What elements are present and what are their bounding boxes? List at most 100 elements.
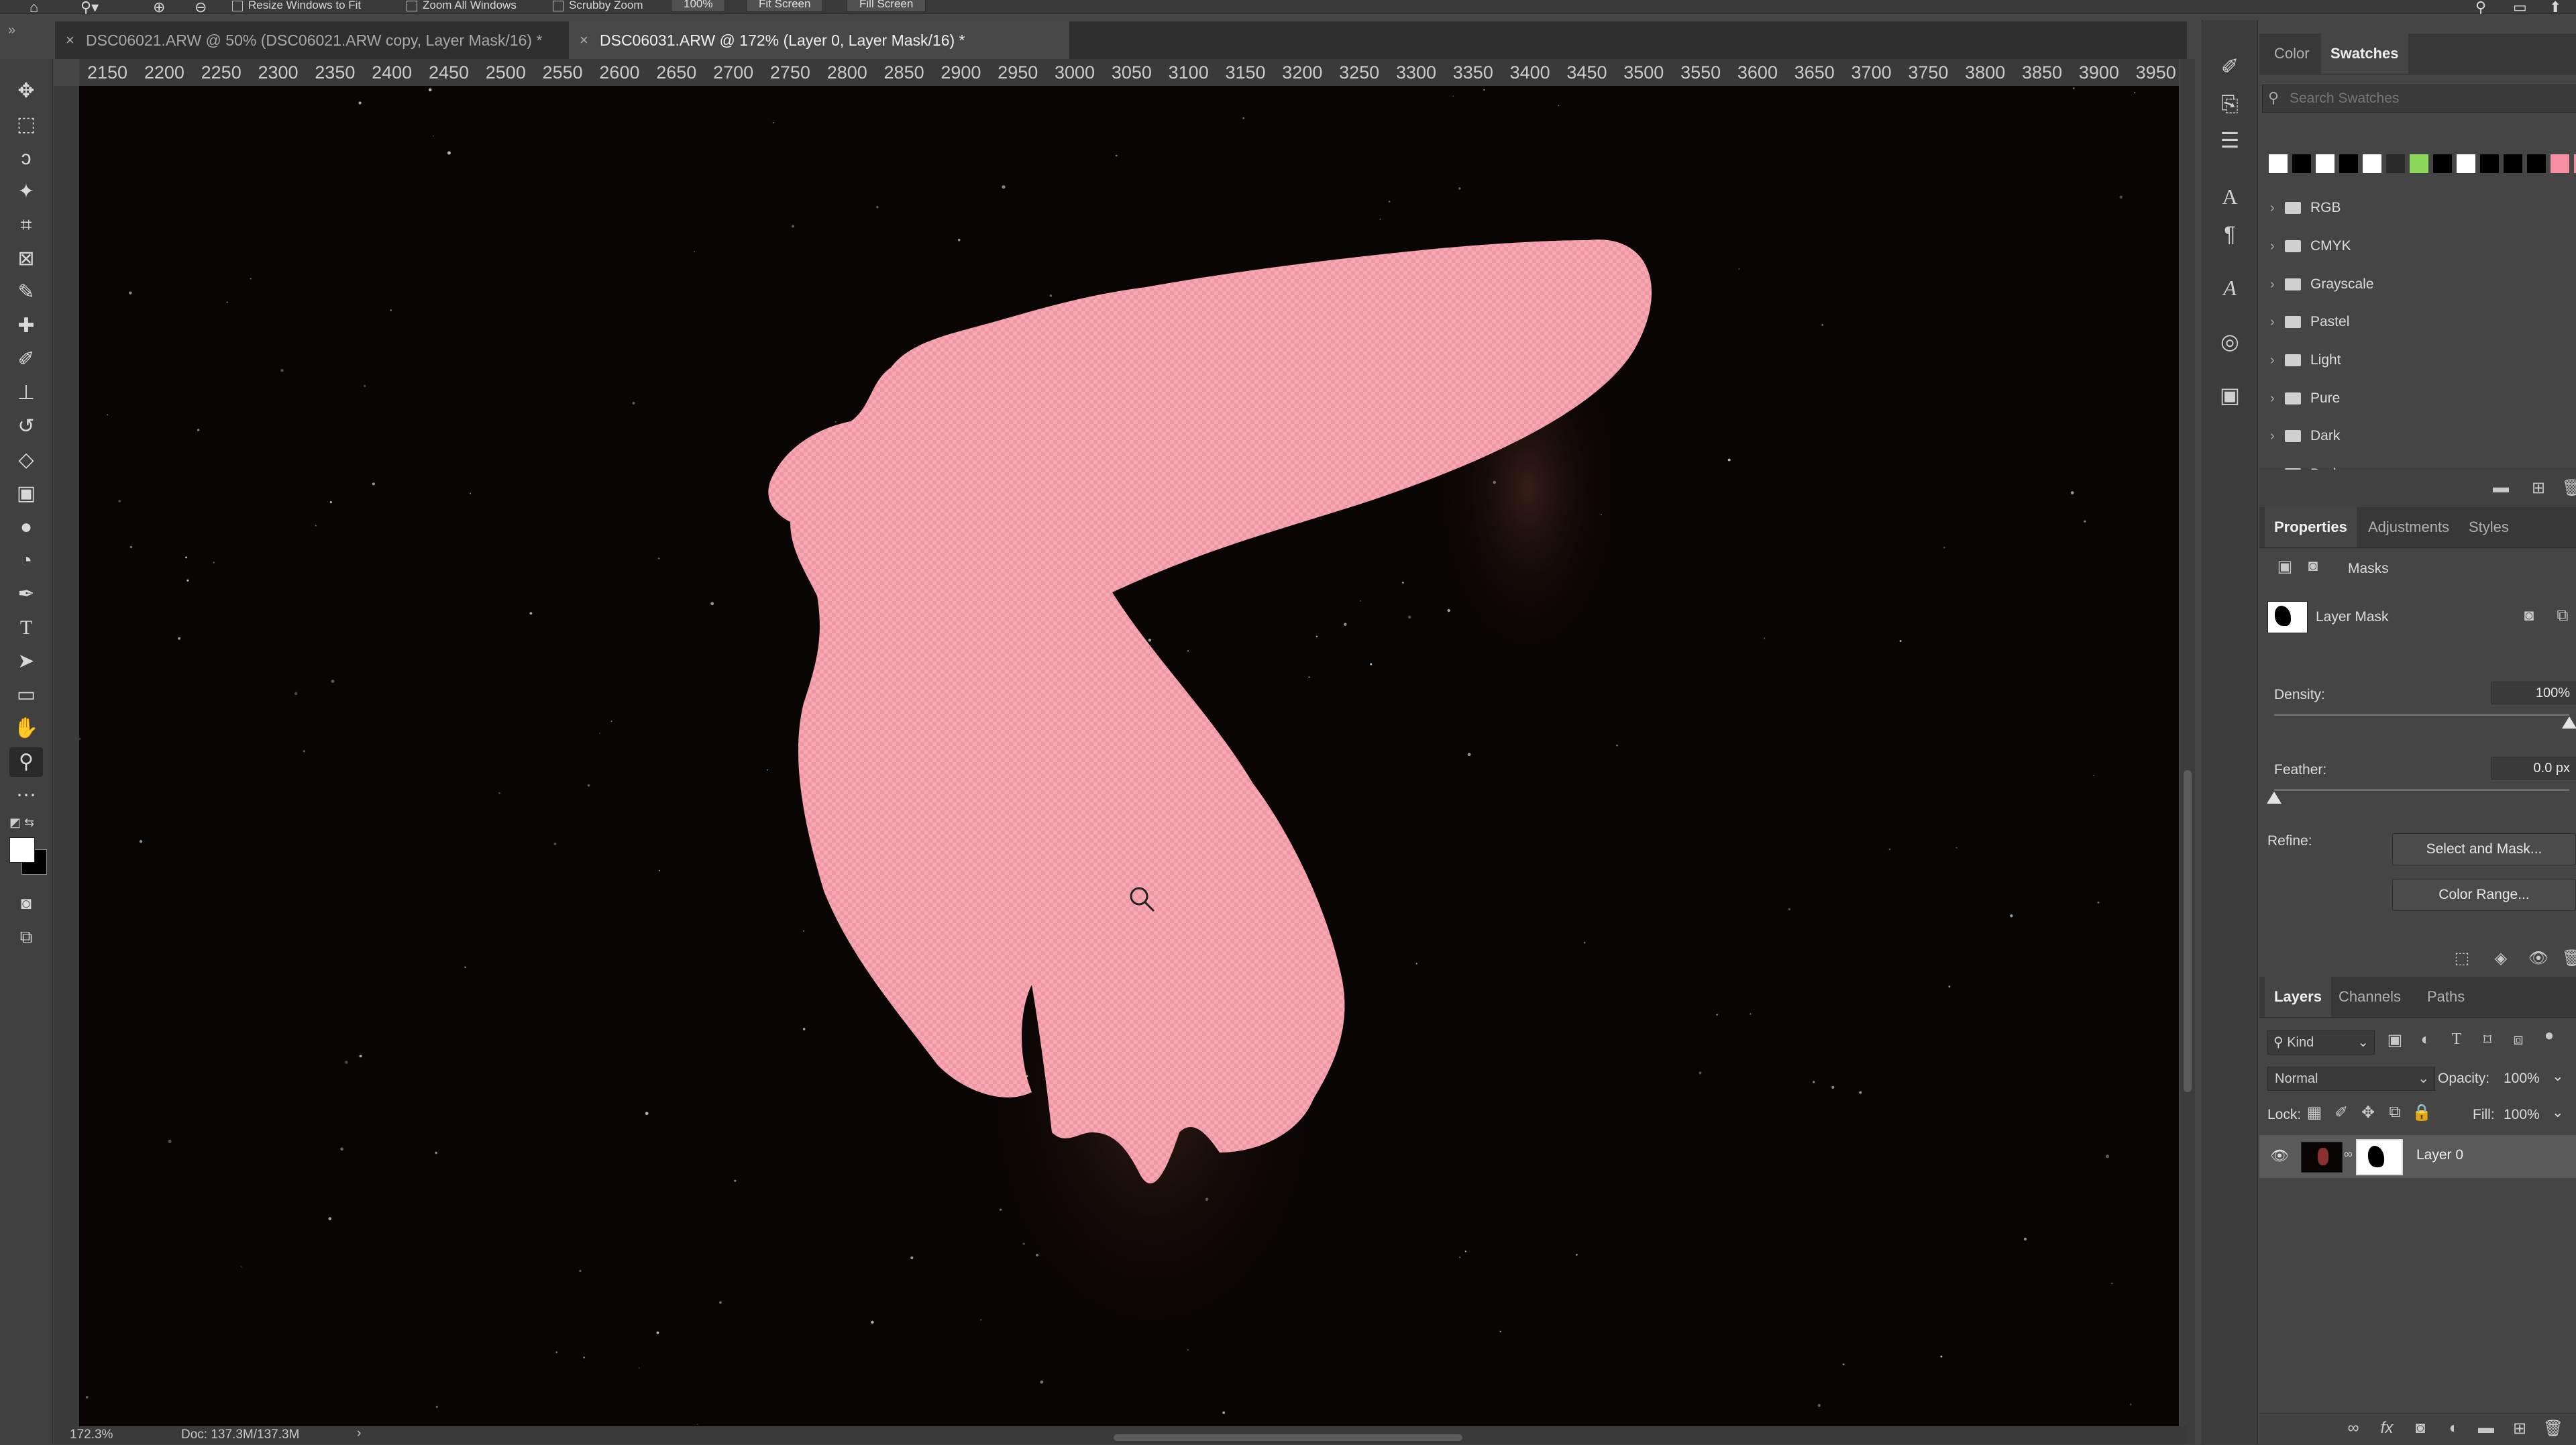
scrollbar-thumb[interactable]: [2184, 770, 2192, 1092]
brush-settings-icon[interactable]: ✐: [2214, 51, 2245, 82]
lasso-icon[interactable]: ↄ: [9, 144, 43, 173]
swatch-group-grayscale[interactable]: › Grayscale: [2270, 276, 2374, 292]
color-range-button[interactable]: Color Range...: [2392, 879, 2576, 911]
lock-pixels-icon[interactable]: ✐: [2329, 1103, 2353, 1122]
resize-windows-checkbox[interactable]: Resize Windows to Fit: [232, 0, 361, 12]
libraries-icon[interactable]: ▣: [2214, 380, 2245, 411]
collapse-toolbar-icon[interactable]: »: [8, 23, 15, 38]
magic-wand-icon[interactable]: ✦: [9, 177, 43, 207]
status-menu-icon[interactable]: ›: [357, 1426, 361, 1441]
new-swatch-icon[interactable]: ⊞: [2526, 478, 2551, 498]
filter-toggle-icon[interactable]: ●: [2537, 1026, 2561, 1045]
close-tab-icon[interactable]: ×: [66, 21, 74, 59]
glyphs-icon[interactable]: A: [2214, 272, 2245, 303]
paragraph-icon[interactable]: ¶: [2214, 219, 2245, 250]
lock-artboard-icon[interactable]: ⧉: [2383, 1103, 2407, 1122]
tab-color[interactable]: Color: [2265, 34, 2319, 74]
layer-mask-thumbnail[interactable]: [2356, 1139, 2403, 1175]
screen-mode-icon[interactable]: ⧉: [9, 922, 43, 951]
move-icon[interactable]: ✥: [9, 76, 43, 106]
swatch[interactable]: [2480, 154, 2499, 173]
marquee-icon[interactable]: ⬚: [9, 110, 43, 140]
swatch[interactable]: [2527, 154, 2546, 173]
feather-slider-track[interactable]: [2274, 789, 2569, 791]
dodge-icon[interactable]: ◔: [9, 546, 43, 576]
filter-type-icon[interactable]: T: [2445, 1030, 2469, 1049]
zoom-in-icon[interactable]: ⊕: [153, 0, 165, 16]
pixel-mask-icon[interactable]: ▣: [2273, 557, 2297, 576]
search-icon[interactable]: ⚲: [2475, 0, 2486, 16]
swatch[interactable]: [2457, 154, 2475, 173]
fit-screen-button[interactable]: Fit Screen: [746, 0, 824, 12]
swatch[interactable]: [2551, 154, 2569, 173]
healing-brush-icon[interactable]: ✚: [9, 311, 43, 341]
frame-icon[interactable]: ⊠: [9, 244, 43, 274]
swatch[interactable]: [2386, 154, 2405, 173]
swatch-group-pure[interactable]: › Pure: [2270, 390, 2340, 407]
lock-transparent-icon[interactable]: ▦: [2302, 1103, 2326, 1122]
density-field[interactable]: 100%: [2491, 682, 2576, 704]
density-slider-track[interactable]: [2274, 714, 2569, 716]
feather-field[interactable]: 0.0 px: [2491, 757, 2576, 780]
link-layers-icon[interactable]: ∞: [2341, 1419, 2365, 1438]
link-icon[interactable]: ∞: [2344, 1147, 2353, 1161]
lock-position-icon[interactable]: ✥: [2356, 1103, 2380, 1122]
scrubby-zoom-checkbox[interactable]: Scrubby Zoom: [553, 0, 643, 12]
zoom-icon[interactable]: ⚲: [9, 747, 43, 777]
layer-filter-select[interactable]: ⚲ Kind ⌄: [2267, 1030, 2375, 1055]
quick-mask-icon[interactable]: ◙: [9, 888, 43, 918]
fill-field[interactable]: 100%: [2504, 1107, 2540, 1123]
layer-name[interactable]: Layer 0: [2416, 1147, 2463, 1163]
swatch-group-rgb[interactable]: › RGB: [2270, 200, 2341, 216]
swatch[interactable]: [2433, 154, 2452, 173]
home-icon[interactable]: ⌂: [30, 0, 38, 16]
visibility-icon[interactable]: 👁: [2526, 949, 2551, 968]
vector-mask-add-icon[interactable]: ⧉: [2551, 606, 2575, 625]
delete-swatch-icon[interactable]: 🗑: [2560, 478, 2576, 498]
pen-icon[interactable]: ✒: [9, 580, 43, 609]
crop-icon[interactable]: ⌗: [9, 211, 43, 240]
adjustment-layer-icon[interactable]: ◐: [2442, 1419, 2466, 1438]
mask-thumbnail[interactable]: [2267, 601, 2308, 633]
new-group-icon[interactable]: ▬: [2474, 1419, 2498, 1438]
filter-pixel-icon[interactable]: ▣: [2383, 1030, 2407, 1050]
load-selection-icon[interactable]: ⬚: [2450, 949, 2474, 968]
zoom-out-icon[interactable]: ⊖: [195, 0, 207, 16]
vector-mask-icon[interactable]: ◙: [2301, 557, 2325, 576]
tab-properties[interactable]: Properties: [2265, 507, 2357, 547]
default-colors-icon[interactable]: ◩ ⇆: [9, 816, 34, 830]
swatch[interactable]: [2292, 154, 2311, 173]
canvas-vertical-scrollbar[interactable]: [2180, 59, 2195, 1444]
foreground-color-swatch[interactable]: [9, 837, 35, 863]
clone-stamp-icon[interactable]: ⊥: [9, 378, 43, 408]
share-icon[interactable]: ⬆: [2549, 0, 2561, 16]
apply-mask-icon[interactable]: ◈: [2489, 949, 2513, 968]
tab-dsc06031[interactable]: × DSC06031.ARW @ 172% (Layer 0, Layer Ma…: [569, 21, 1069, 59]
tab-layers[interactable]: Layers: [2265, 977, 2331, 1017]
swatch-group-dark[interactable]: › Dark: [2270, 428, 2340, 444]
swatch-search-input[interactable]: [2288, 88, 2573, 109]
blend-mode-select[interactable]: Normal ⌄: [2267, 1067, 2435, 1091]
eye-icon[interactable]: 👁: [2270, 1147, 2289, 1165]
history-brush-icon[interactable]: ↺: [9, 412, 43, 441]
swatch[interactable]: [2504, 154, 2522, 173]
path-select-icon[interactable]: ➤: [9, 647, 43, 676]
zoom-all-checkbox[interactable]: Zoom All Windows: [407, 0, 517, 12]
tab-styles[interactable]: Styles: [2459, 507, 2518, 547]
fill-screen-button[interactable]: Fill Screen: [847, 0, 926, 12]
zoom-tool-icon[interactable]: ⚲▾: [80, 0, 99, 16]
zoom-value-field[interactable]: 100%: [671, 0, 726, 12]
eyedropper-icon[interactable]: ✎: [9, 278, 43, 307]
swatch[interactable]: [2410, 154, 2428, 173]
gradient-icon[interactable]: ▣: [9, 479, 43, 509]
tab-paths[interactable]: Paths: [2418, 977, 2474, 1017]
opacity-field[interactable]: 100%: [2504, 1071, 2540, 1087]
filter-adjustment-icon[interactable]: ◐: [2414, 1030, 2438, 1049]
apply-mask-icon[interactable]: ◙: [2517, 606, 2541, 625]
canvas-horizontal-scrollbar[interactable]: [1114, 1434, 1462, 1441]
swatch-group-cmyk[interactable]: › CMYK: [2270, 238, 2351, 254]
swatch-search[interactable]: ⚲: [2262, 85, 2576, 113]
hand-icon[interactable]: ✋: [9, 714, 43, 743]
swatch-group-pastel[interactable]: › Pastel: [2270, 314, 2349, 330]
lock-all-icon[interactable]: 🔒: [2410, 1103, 2434, 1122]
